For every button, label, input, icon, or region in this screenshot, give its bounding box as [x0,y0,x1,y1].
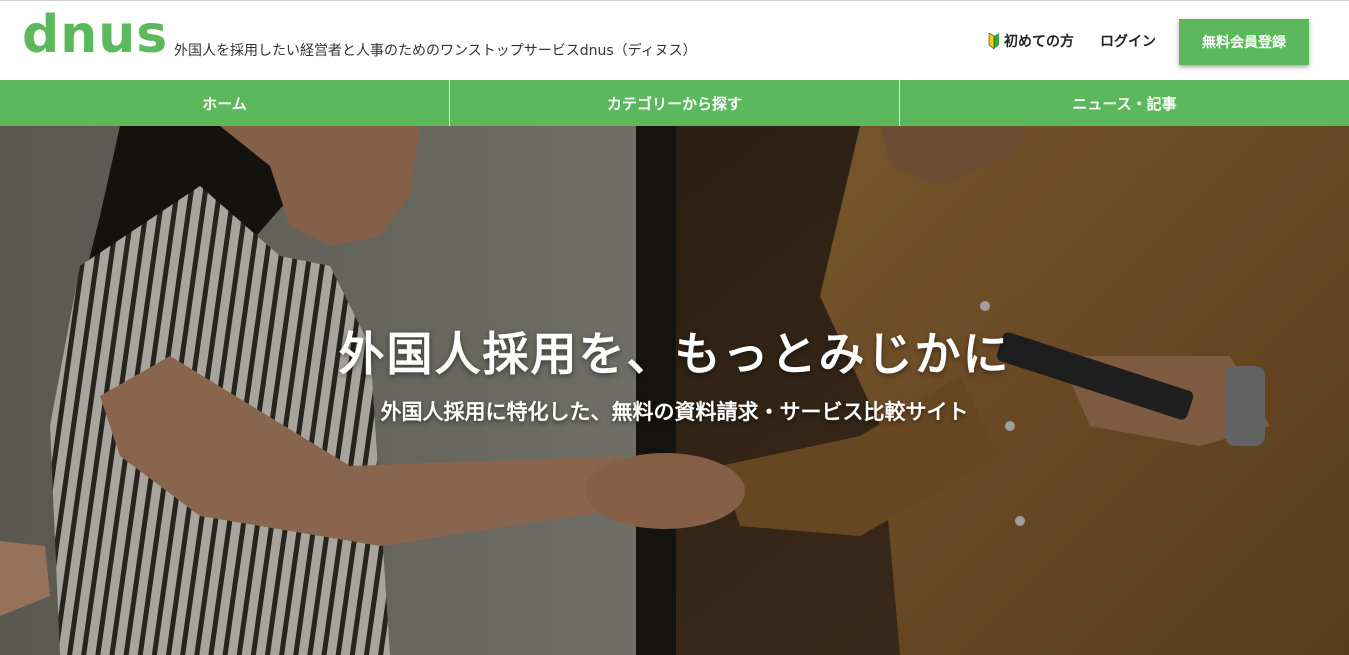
nav-item-news[interactable]: ニュース・記事 [900,80,1349,126]
login-link[interactable]: ログイン [1100,31,1156,51]
site-tagline: 外国人を採用したい経営者と人事のためのワンストップサービスdnus（ディヌス） [174,43,697,59]
hero-subtitle: 外国人採用に特化した、無料の資料請求・サービス比較サイト [380,400,969,424]
register-button[interactable]: 無料会員登録 [1179,19,1309,65]
hero-overlay [0,126,1349,655]
nav-item-categories[interactable]: カテゴリーから探す [450,80,900,126]
beginner-link[interactable]: 初めての方 [988,31,1074,51]
beginner-mark-icon [988,33,1000,49]
main-nav: ホーム カテゴリーから探す ニュース・記事 [0,80,1349,126]
beginner-label: 初めての方 [1004,34,1074,50]
hero-banner: 外国人採用を、もっとみじかに 外国人採用に特化した、無料の資料請求・サービス比較… [0,126,1349,655]
hero-title: 外国人採用を、もっとみじかに [338,327,1011,381]
site-header: dnus 外国人を採用したい経営者と人事のためのワンストップサービスdnus（デ… [0,0,1349,80]
nav-item-home[interactable]: ホーム [0,80,450,126]
site-logo[interactable]: dnus [22,5,168,65]
